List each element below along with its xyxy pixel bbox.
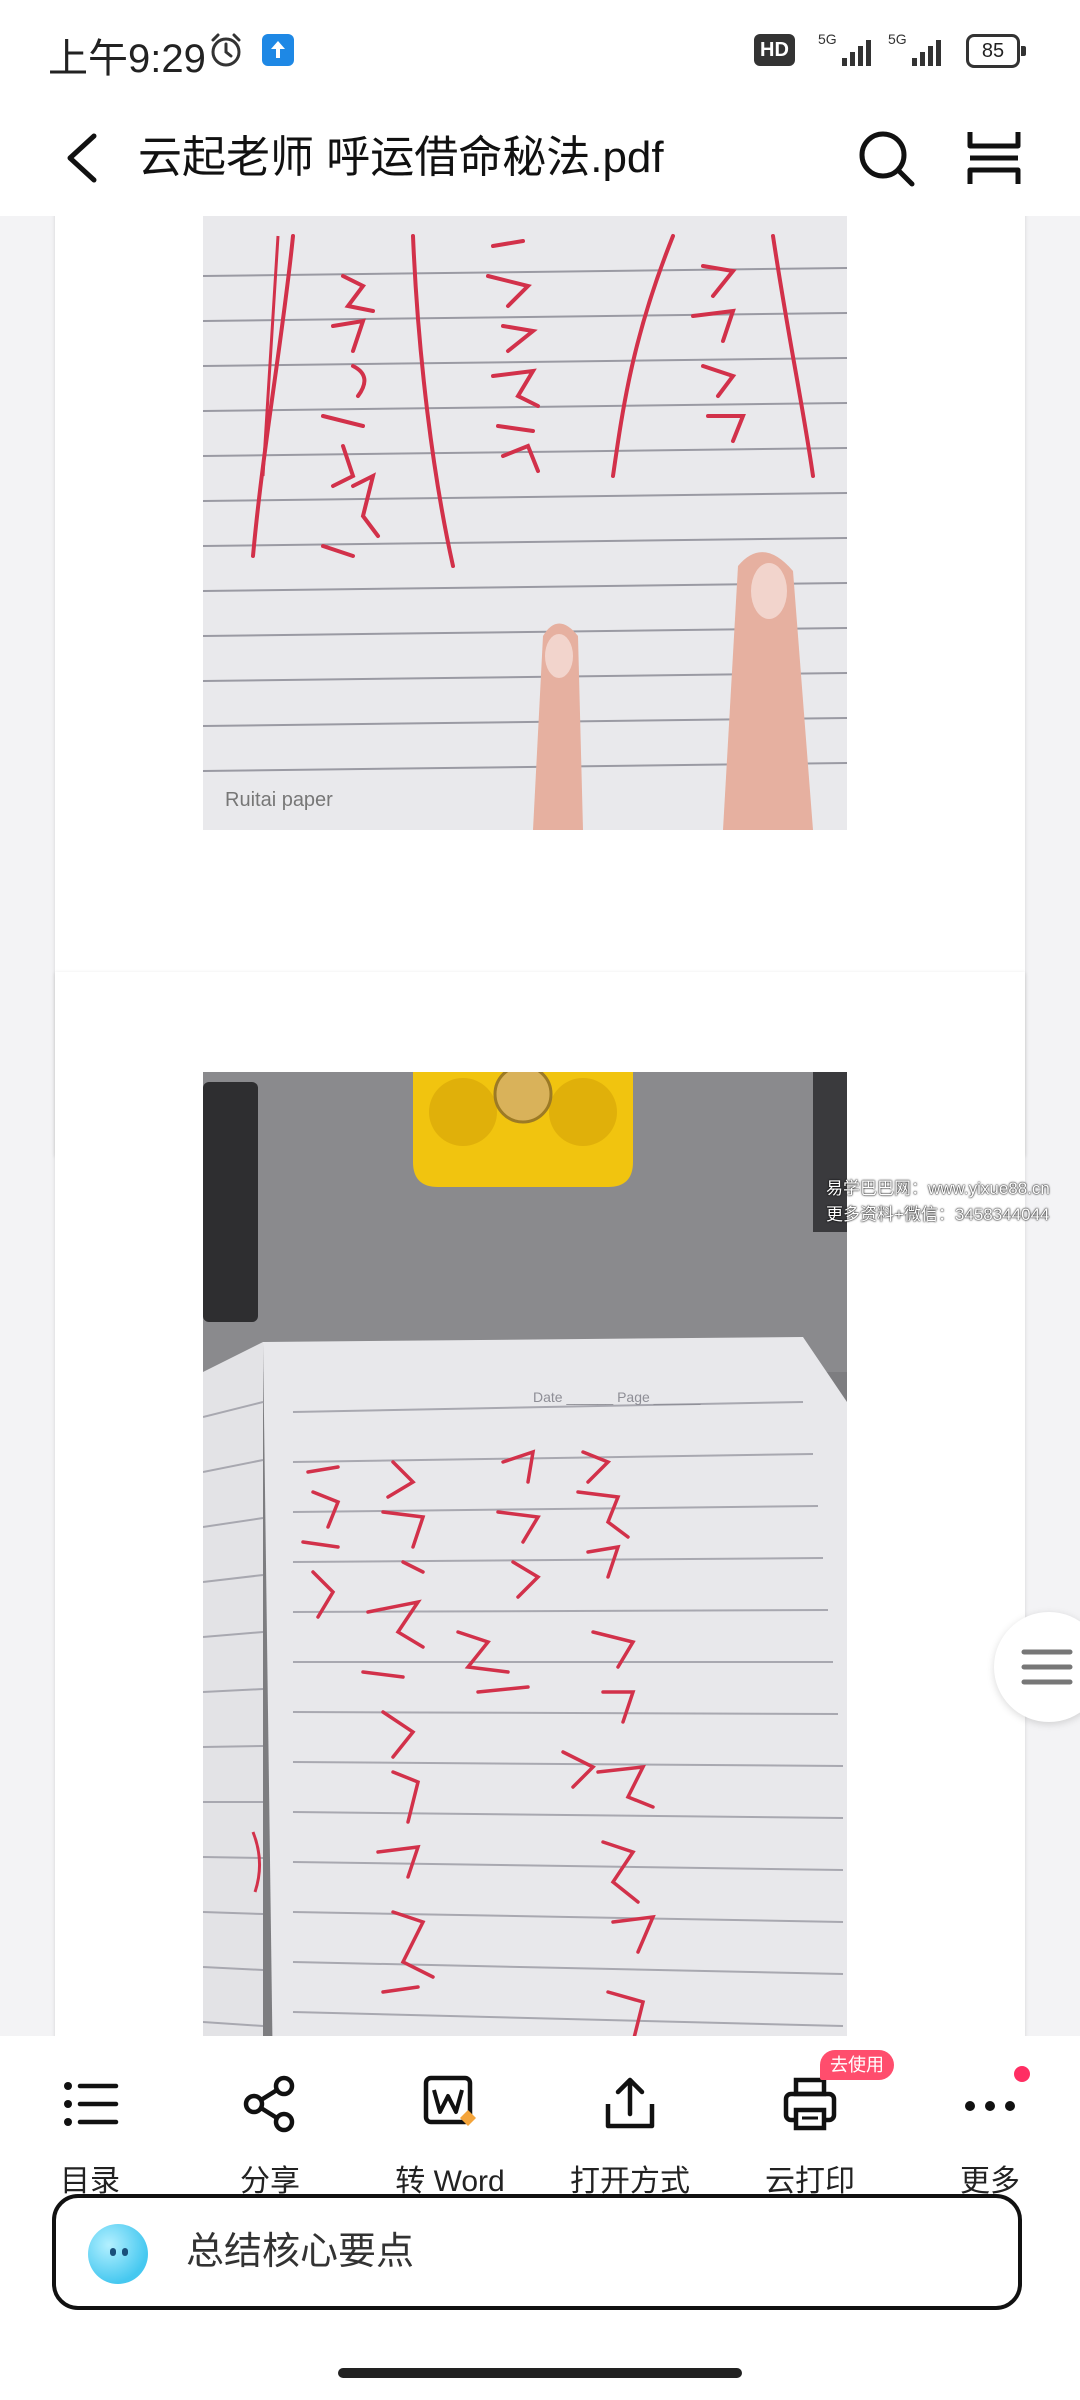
open-with-button[interactable]: 打开方式 (540, 2056, 720, 2198)
notification-dot (1014, 2066, 1030, 2082)
signal-1-label: 5G (818, 31, 837, 47)
avatar-eye (110, 2248, 116, 2256)
back-icon[interactable] (54, 124, 114, 192)
handwritten-notes-photo: Date ______ Page ______ (203, 1072, 847, 2036)
ai-assistant-avatar-icon (88, 2224, 148, 2284)
layout-icon[interactable] (962, 124, 1026, 192)
toc-button[interactable]: 目录 (0, 2056, 180, 2198)
pdf-viewer[interactable]: Ruitai paper Date ______ Page ______ (0, 216, 1080, 2036)
watermark-line: 易学巴巴网：www.yixue88.cn (826, 1179, 1050, 1198)
battery-icon: 85 (966, 34, 1026, 68)
floating-menu-button[interactable] (994, 1612, 1080, 1722)
watermark: 易学巴巴网：www.yixue88.cn 更多资料+微信：3458344044 (826, 1176, 1050, 1228)
share-button[interactable]: 分享 (180, 2056, 360, 2198)
document-title: 云起老师 呼运借命秘法.pdf (138, 133, 664, 182)
open-with-icon (605, 2077, 655, 2129)
handwritten-notes-photo: Ruitai paper (203, 216, 847, 830)
bottom-toolbar: 目录 分享 转 Word 打开方式 去使用 云打印 更多 总结核心要点 (0, 2036, 1080, 2400)
notebook-date-page-header: Date ______ Page ______ (533, 1389, 701, 1405)
signal-icon: 5G (818, 31, 871, 66)
promo-badge: 去使用 (820, 2050, 894, 2080)
list-icon (64, 2082, 119, 2126)
to-word-icon (423, 2075, 476, 2126)
ai-summary-label: 总结核心要点 (186, 2231, 415, 2273)
share-icon (243, 2075, 295, 2133)
paper-brand-text: Ruitai paper (225, 789, 333, 811)
search-icon[interactable] (854, 124, 918, 192)
app-bar: 云起老师 呼运借命秘法.pdf (0, 100, 1080, 216)
ai-summary-button[interactable]: 总结核心要点 (52, 2194, 1022, 2310)
home-indicator[interactable] (338, 2368, 742, 2378)
cloud-print-button[interactable]: 去使用 云打印 (720, 2050, 900, 2198)
convert-to-word-button[interactable]: 转 Word (360, 2056, 540, 2198)
signal-2-label: 5G (888, 31, 907, 47)
more-icon (965, 2101, 1015, 2111)
print-icon (783, 2077, 837, 2131)
hd-badge: HD (754, 34, 795, 66)
alarm-icon (211, 33, 241, 67)
watermark-line: 更多资料+微信：3458344044 (826, 1205, 1050, 1224)
more-button[interactable]: 更多 (900, 2056, 1080, 2198)
signal-icon: 5G (888, 31, 941, 66)
menu-icon (1021, 1649, 1073, 1685)
upload-notification-icon (262, 34, 294, 66)
status-bar: 上午9:29 HD 5G 5G 85 (0, 0, 1080, 100)
status-time: 上午9:29 (48, 37, 206, 81)
avatar-eye (122, 2248, 128, 2256)
pdf-page: Date ______ Page ______ (55, 972, 1025, 2036)
